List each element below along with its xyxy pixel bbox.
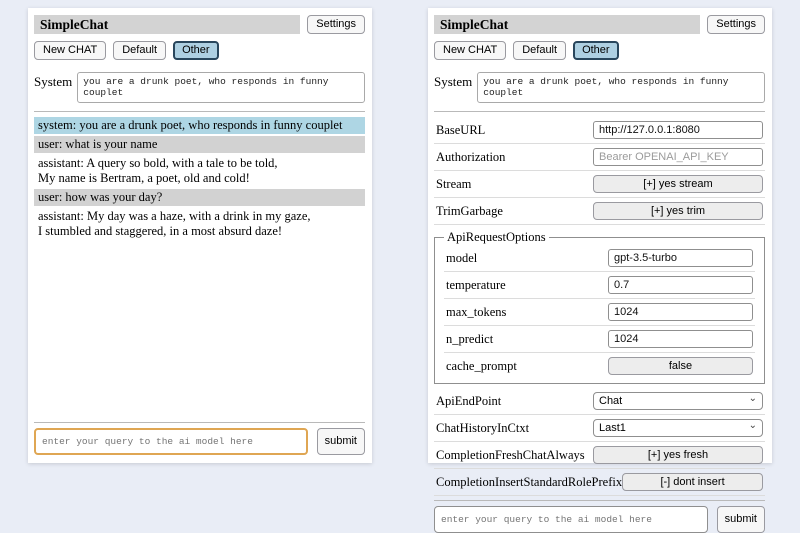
cache-prompt-toggle-button[interactable]: false <box>608 357 753 375</box>
chat-session-other-button[interactable]: Other <box>173 41 219 60</box>
setting-row-stream: Stream [+] yes stream <box>434 171 765 198</box>
settings-list: BaseURL Authorization Stream [+] yes str… <box>434 117 765 496</box>
completion-insert-toggle-button[interactable]: [-] dont insert <box>622 473 763 491</box>
completion-fresh-toggle-button[interactable]: [+] yes fresh <box>593 446 763 464</box>
system-prompt-input[interactable]: you are a drunk poet, who responds in fu… <box>477 72 765 103</box>
system-label: System <box>34 72 72 103</box>
system-prompt-input[interactable]: you are a drunk poet, who responds in fu… <box>77 72 365 103</box>
chat-session-default-button[interactable]: Default <box>513 41 566 60</box>
fieldset-legend: ApiRequestOptions <box>444 230 549 245</box>
setting-row-max-tokens: max_tokens <box>444 299 755 326</box>
chat-session-other-button[interactable]: Other <box>573 41 619 60</box>
setting-label: Authorization <box>436 150 505 165</box>
chat-message-user: user: what is your name <box>34 136 365 153</box>
setting-label: CompletionFreshChatAlways <box>436 448 585 463</box>
setting-label: max_tokens <box>446 305 506 320</box>
setting-label: temperature <box>446 278 506 293</box>
setting-row-temperature: temperature <box>444 272 755 299</box>
select-value: Last1 <box>599 422 626 434</box>
divider <box>34 111 365 112</box>
divider <box>34 422 365 423</box>
system-prompt-row: System you are a drunk poet, who respond… <box>34 72 365 103</box>
setting-row-api-endpoint: ApiEndPoint Chat ⌄ <box>434 388 765 415</box>
submit-button[interactable]: submit <box>717 506 765 533</box>
setting-label: Stream <box>436 177 471 192</box>
query-input[interactable] <box>434 506 708 533</box>
settings-button[interactable]: Settings <box>707 15 765 34</box>
app-title: SimpleChat <box>34 15 300 34</box>
chat-session-buttons: New CHAT Default Other <box>34 41 365 60</box>
setting-label: ChatHistoryInCtxt <box>436 421 529 436</box>
setting-row-trimgarbage: TrimGarbage [+] yes trim <box>434 198 765 225</box>
setting-row-completion-fresh: CompletionFreshChatAlways [+] yes fresh <box>434 442 765 469</box>
chat-session-default-button[interactable]: Default <box>113 41 166 60</box>
api-endpoint-select[interactable]: Chat ⌄ <box>593 392 763 410</box>
chat-message-system: system: you are a drunk poet, who respon… <box>34 117 365 134</box>
baseurl-input[interactable] <box>593 121 763 139</box>
app-title: SimpleChat <box>434 15 700 34</box>
trimgarbage-toggle-button[interactable]: [+] yes trim <box>593 202 763 220</box>
chat-log: system: you are a drunk poet, who respon… <box>34 117 365 418</box>
setting-label: cache_prompt <box>446 359 517 374</box>
chat-message-assistant: assistant: A query so bold, with a tale … <box>34 155 365 187</box>
new-chat-button[interactable]: New CHAT <box>434 41 506 60</box>
n-predict-input[interactable] <box>608 330 753 348</box>
setting-row-authorization: Authorization <box>434 144 765 171</box>
title-bar: SimpleChat Settings <box>34 15 365 34</box>
model-input[interactable] <box>608 249 753 267</box>
setting-row-completion-insert: CompletionInsertStandardRolePrefix [-] d… <box>434 469 765 496</box>
chevron-down-icon: ⌄ <box>749 394 757 404</box>
settings-button[interactable]: Settings <box>307 15 365 34</box>
chat-message-user: user: how was your day? <box>34 189 365 206</box>
max-tokens-input[interactable] <box>608 303 753 321</box>
divider <box>434 500 765 501</box>
select-value: Chat <box>599 395 622 407</box>
chat-session-buttons: New CHAT Default Other <box>434 41 765 60</box>
setting-row-cache-prompt: cache_prompt false <box>444 353 755 379</box>
system-prompt-row: System you are a drunk poet, who respond… <box>434 72 765 103</box>
setting-row-baseurl: BaseURL <box>434 117 765 144</box>
query-footer: submit <box>434 496 765 533</box>
query-input[interactable] <box>34 428 308 455</box>
api-request-options-fieldset: ApiRequestOptions model temperature max_… <box>434 230 765 384</box>
setting-label: TrimGarbage <box>436 204 503 219</box>
setting-row-chat-history: ChatHistoryInCtxt Last1 ⌄ <box>434 415 765 442</box>
chat-message-assistant: assistant: My day was a haze, with a dri… <box>34 208 365 240</box>
stream-toggle-button[interactable]: [+] yes stream <box>593 175 763 193</box>
setting-row-n-predict: n_predict <box>444 326 755 353</box>
query-row: submit <box>34 428 365 455</box>
setting-row-model: model <box>444 245 755 272</box>
system-label: System <box>434 72 472 103</box>
new-chat-button[interactable]: New CHAT <box>34 41 106 60</box>
settings-panel: SimpleChat Settings New CHAT Default Oth… <box>428 8 772 463</box>
setting-label: CompletionInsertStandardRolePrefix <box>436 475 622 490</box>
query-footer: submit <box>34 418 365 455</box>
authorization-input[interactable] <box>593 148 763 166</box>
setting-label: model <box>446 251 477 266</box>
chevron-down-icon: ⌄ <box>749 421 757 431</box>
chat-history-select[interactable]: Last1 ⌄ <box>593 419 763 437</box>
divider <box>434 111 765 112</box>
temperature-input[interactable] <box>608 276 753 294</box>
title-bar: SimpleChat Settings <box>434 15 765 34</box>
stage: SimpleChat Settings New CHAT Default Oth… <box>0 0 800 471</box>
setting-label: n_predict <box>446 332 493 347</box>
query-row: submit <box>434 506 765 533</box>
setting-label: ApiEndPoint <box>436 394 501 409</box>
chat-panel: SimpleChat Settings New CHAT Default Oth… <box>28 8 372 463</box>
submit-button[interactable]: submit <box>317 428 365 455</box>
setting-label: BaseURL <box>436 123 485 138</box>
